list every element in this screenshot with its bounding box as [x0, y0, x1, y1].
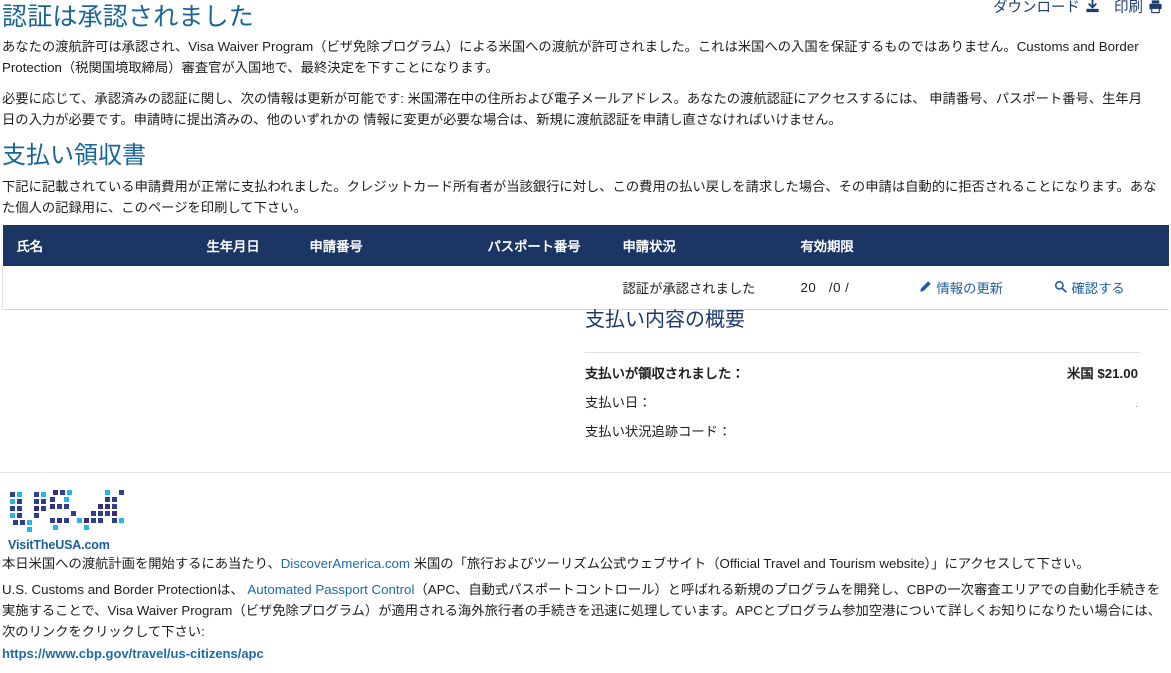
cell-expiration: 20 /0 /: [800, 266, 919, 310]
approval-paragraph-1: あなたの渡航許可は承認され、Visa Waiver Program（ビザ免除プロ…: [2, 39, 1139, 75]
cell-dob: [206, 266, 310, 310]
receipt-paragraph: 下記に記載されている申請費用が正常に支払われました。クレジットカード所有者が当該…: [2, 179, 1157, 215]
page-title: 認証は承認されました: [2, 3, 255, 31]
printer-icon: [1148, 0, 1163, 14]
visit-the-usa-logo: VisitTheUSA.com: [8, 488, 128, 552]
summary-value-amount: 米国 $21.00: [1067, 366, 1138, 381]
column-header-verify: [1053, 225, 1169, 266]
logo-wordmark: VisitTheUSA.com: [8, 538, 110, 552]
cell-app-number: [309, 266, 488, 310]
table-header-row: 氏名 生年月日 申請番号 パスポート番号 申請状況 有効期限: [2, 225, 1169, 266]
summary-row-tracking: 支払い状況追跡コード：: [585, 411, 1140, 440]
footer-p2-before: U.S. Customs and Border Protectionは、: [2, 582, 248, 597]
table-row: 認証が承認されました 20 /0 / 情報の更新 確認する: [2, 266, 1169, 310]
footer-link-row: https://www.cbp.gov/travel/us-citizens/a…: [2, 646, 264, 661]
column-header-dob: 生年月日: [206, 225, 310, 266]
cell-verify-action: 確認する: [1053, 266, 1169, 310]
esta-approval-page: ダウンロード 印刷 認証は承認されました あなたの渡航許可は承認され、Visa: [0, 0, 1171, 673]
approval-paragraph-2: 必要に応じて、承認済みの認証に関し、次の情報は更新が可能です: 米国滞在中の住所…: [2, 91, 1142, 127]
footer-p1-before: 本日米国への渡航計画を開始するにあ当たり、: [2, 556, 281, 571]
summary-value-date: .: [1135, 399, 1138, 410]
summary-label-amount: 支払いが領収されました：: [585, 366, 745, 381]
cbp-apc-link[interactable]: https://www.cbp.gov/travel/us-citizens/a…: [2, 646, 264, 661]
column-header-status: 申請状況: [622, 225, 801, 266]
discover-america-link[interactable]: DiscoverAmerica.com: [281, 556, 410, 571]
receipt-heading-block: 支払い領収書: [0, 140, 1150, 172]
pencil-icon: [919, 280, 932, 296]
payment-summary: 支払い内容の概要 支払いが領収されました： 米国 $21.00 支払い日： . …: [585, 306, 1140, 440]
cell-name: [2, 266, 207, 310]
footer-divider: [0, 472, 1171, 473]
update-info-label: 情報の更新: [936, 281, 1003, 296]
update-info-link[interactable]: 情報の更新: [919, 278, 1003, 297]
payment-summary-title: 支払い内容の概要: [585, 309, 745, 331]
expiration-date-text: 20 /0 /: [800, 280, 850, 295]
magnifier-icon: [1054, 280, 1067, 296]
footer-p1-after: 米国の「旅行およびツーリズム公式ウェブサイト（Official Travel a…: [410, 556, 1090, 571]
usa-dots-icon: [10, 490, 124, 532]
receipt-title: 支払い領収書: [2, 142, 146, 169]
cell-update-action: 情報の更新: [918, 266, 1054, 310]
cell-status: 認証が承認されました: [622, 266, 801, 310]
footer-paragraph-2: U.S. Customs and Border Protectionは、 Aut…: [0, 579, 1171, 642]
footer-paragraph-1: 本日米国への渡航計画を開始するにあ当たり、DiscoverAmerica.com…: [0, 553, 1171, 574]
summary-row-amount: 支払いが領収されました： 米国 $21.00: [585, 353, 1140, 382]
approval-heading-block: 認証は承認されました: [0, 0, 1140, 34]
summary-row-date: 支払い日： .: [585, 382, 1140, 411]
automated-passport-control-link[interactable]: Automated Passport Control: [247, 582, 414, 597]
receipt-table: 氏名 生年月日 申請番号 パスポート番号 申請状況 有効期限 認証が承認されまし…: [2, 225, 1169, 310]
table-body: 認証が承認されました 20 /0 / 情報の更新 確認する: [2, 266, 1169, 310]
table-header: 氏名 生年月日 申請番号 パスポート番号 申請状況 有効期限: [2, 225, 1169, 266]
summary-label-date: 支払い日：: [585, 395, 652, 410]
column-header-name: 氏名: [2, 225, 207, 266]
summary-label-tracking: 支払い状況追跡コード：: [585, 424, 732, 439]
column-header-passport: パスポート番号: [487, 225, 623, 266]
cell-passport: [487, 266, 623, 310]
column-header-update: [918, 225, 1054, 266]
column-header-app-number: 申請番号: [309, 225, 488, 266]
column-header-expiration: 有効期限: [800, 225, 919, 266]
verify-link[interactable]: 確認する: [1054, 278, 1125, 297]
verify-label: 確認する: [1071, 281, 1125, 296]
